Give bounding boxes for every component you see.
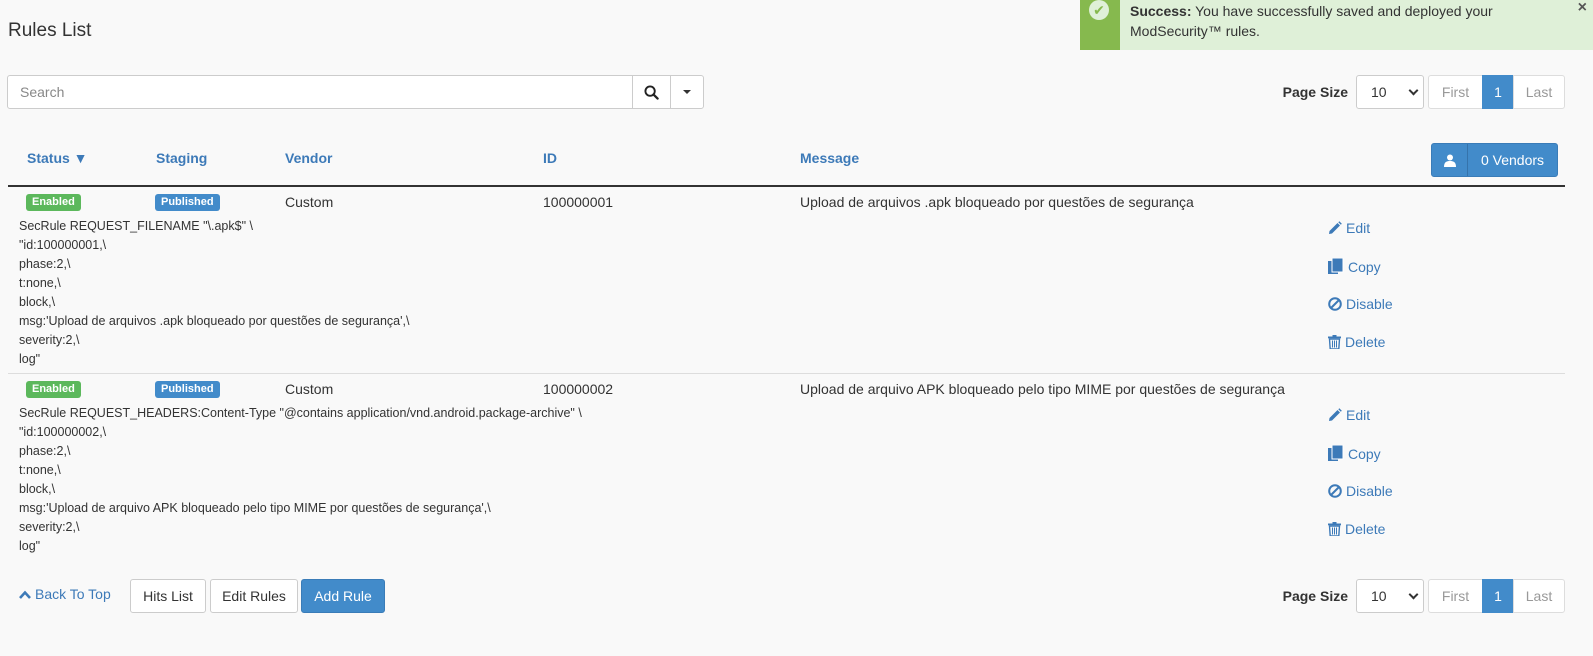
edit-label: Edit bbox=[1346, 407, 1371, 423]
trash-icon bbox=[1328, 522, 1341, 536]
edit-label: Edit bbox=[1346, 220, 1371, 236]
success-alert: ✔ Success: You have successfully saved a… bbox=[1080, 0, 1593, 50]
last-page-button[interactable]: Last bbox=[1513, 75, 1565, 109]
pager-top: Page Size 10 First 1 Last bbox=[1283, 75, 1565, 109]
caret-down-icon bbox=[683, 90, 691, 94]
edit-rule-button[interactable]: Edit bbox=[1328, 407, 1370, 423]
vendors-button[interactable]: 0 Vendors bbox=[1431, 143, 1558, 177]
disable-rule-button[interactable]: Disable bbox=[1328, 483, 1393, 499]
alert-strong: Success: bbox=[1130, 3, 1192, 19]
close-icon[interactable]: × bbox=[1578, 0, 1587, 18]
disable-label: Disable bbox=[1346, 483, 1393, 499]
row-divider bbox=[8, 373, 1565, 374]
edit-rule-button[interactable]: Edit bbox=[1328, 220, 1370, 236]
back-to-top-label: Back To Top bbox=[35, 586, 111, 602]
search-button[interactable] bbox=[632, 76, 670, 108]
edit-rules-button[interactable]: Edit Rules bbox=[210, 579, 298, 613]
page-size-label: Page Size bbox=[1282, 84, 1348, 100]
first-page-button[interactable]: First bbox=[1428, 75, 1483, 109]
page-size-select[interactable]: 10 bbox=[1356, 579, 1424, 613]
column-header-staging[interactable]: Staging bbox=[156, 150, 207, 166]
search-icon bbox=[644, 84, 659, 100]
delete-rule-button[interactable]: Delete bbox=[1328, 521, 1385, 537]
column-header-id[interactable]: ID bbox=[543, 150, 557, 166]
vendors-count-label: 0 Vendors bbox=[1480, 152, 1545, 168]
ban-icon bbox=[1328, 484, 1342, 498]
rule-code: SecRule REQUEST_HEADERS:Content-Type "@c… bbox=[19, 406, 582, 553]
copy-icon bbox=[1328, 258, 1344, 274]
message-cell: Upload de arquivos .apk bloqueado por qu… bbox=[800, 194, 1194, 210]
column-header-message[interactable]: Message bbox=[800, 150, 859, 166]
page-size-label: Page Size bbox=[1282, 588, 1348, 604]
delete-label: Delete bbox=[1345, 521, 1386, 537]
page-size-value: 10 bbox=[1371, 588, 1387, 604]
delete-rule-button[interactable]: Delete bbox=[1328, 334, 1385, 350]
table-header-divider bbox=[8, 185, 1565, 187]
page-size-select[interactable]: 10 bbox=[1356, 75, 1424, 109]
vendor-cell: Custom bbox=[285, 194, 334, 210]
staging-badge: Published bbox=[155, 381, 220, 398]
id-cell: 100000002 bbox=[543, 381, 614, 397]
delete-label: Delete bbox=[1345, 334, 1386, 350]
status-badge: Enabled bbox=[26, 381, 81, 398]
disable-label: Disable bbox=[1346, 296, 1393, 312]
staging-badge: Published bbox=[155, 194, 220, 211]
hits-list-button[interactable]: Hits List bbox=[130, 579, 206, 613]
chevron-up-icon bbox=[19, 590, 31, 599]
search-input[interactable] bbox=[8, 76, 632, 108]
rule-code: SecRule REQUEST_FILENAME "\.apk$" \ "id:… bbox=[19, 219, 410, 366]
chevron-down-icon bbox=[1408, 85, 1419, 95]
status-badge: Enabled bbox=[26, 194, 81, 211]
column-header-vendor[interactable]: Vendor bbox=[285, 150, 332, 166]
chevron-down-icon bbox=[1408, 589, 1419, 599]
vendor-cell: Custom bbox=[285, 381, 334, 397]
current-page-button[interactable]: 1 bbox=[1482, 75, 1514, 109]
page-title: Rules List bbox=[8, 20, 92, 41]
pager-bottom: Page Size 10 First 1 Last bbox=[1283, 579, 1565, 613]
copy-label: Copy bbox=[1348, 446, 1381, 462]
trash-icon bbox=[1328, 335, 1341, 349]
pencil-icon bbox=[1329, 221, 1342, 234]
copy-rule-button[interactable]: Copy bbox=[1328, 258, 1381, 276]
first-page-button[interactable]: First bbox=[1428, 579, 1483, 613]
copy-rule-button[interactable]: Copy bbox=[1328, 445, 1381, 463]
message-cell: Upload de arquivo APK bloqueado pelo tip… bbox=[800, 381, 1285, 397]
disable-rule-button[interactable]: Disable bbox=[1328, 296, 1393, 312]
back-to-top-link[interactable]: Back To Top bbox=[19, 586, 111, 602]
last-page-button[interactable]: Last bbox=[1513, 579, 1565, 613]
copy-label: Copy bbox=[1348, 259, 1381, 275]
user-icon bbox=[1432, 144, 1468, 176]
current-page-button[interactable]: 1 bbox=[1482, 579, 1514, 613]
ban-icon bbox=[1328, 297, 1342, 311]
pencil-icon bbox=[1329, 408, 1342, 421]
search-group bbox=[7, 75, 704, 109]
id-cell: 100000001 bbox=[543, 194, 614, 210]
check-circle-icon: ✔ bbox=[1089, 0, 1109, 20]
search-options-dropdown[interactable] bbox=[670, 76, 703, 108]
page-size-value: 10 bbox=[1371, 84, 1387, 100]
column-header-status[interactable]: Status ▼ bbox=[27, 150, 88, 166]
add-rule-button[interactable]: Add Rule bbox=[301, 579, 385, 613]
copy-icon bbox=[1328, 445, 1344, 461]
